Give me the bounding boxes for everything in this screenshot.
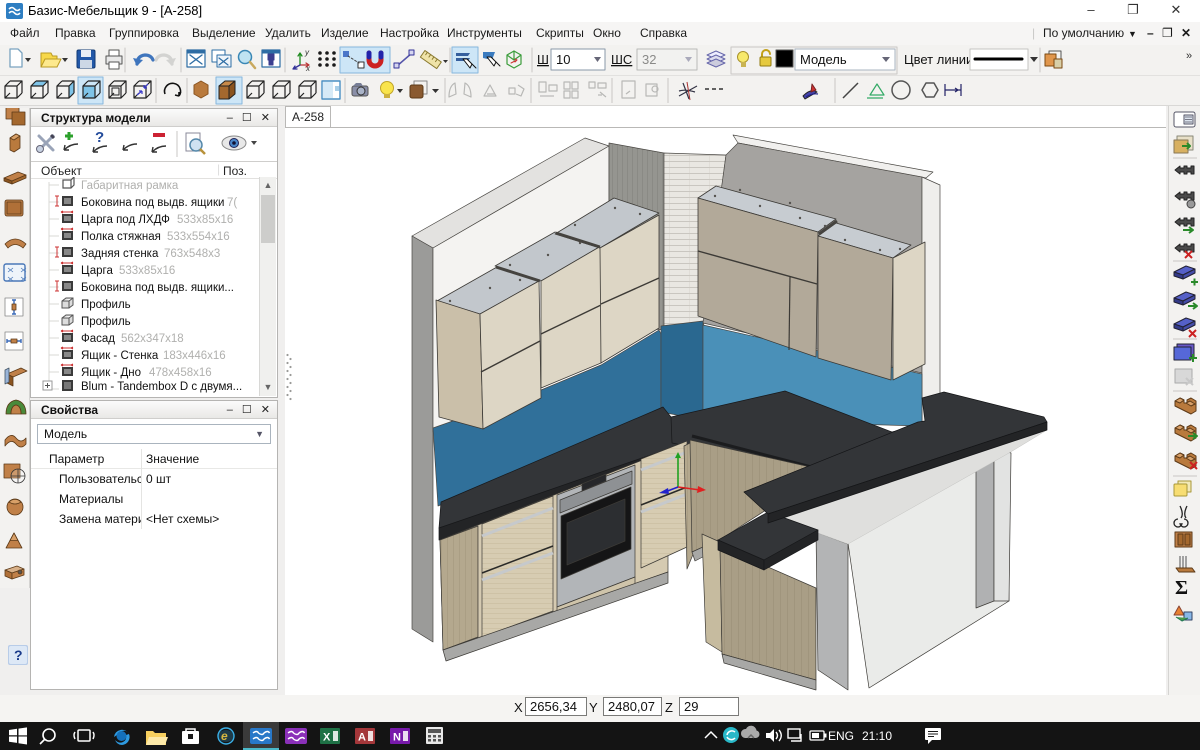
svg-text:Царга под ЛХДФ: Царга под ЛХДФ (81, 214, 170, 226)
svg-text:Фасад: Фасад (81, 333, 115, 345)
svg-text:533х85х16: 533х85х16 (177, 214, 233, 226)
svg-text:533х85х16: 533х85х16 (119, 265, 175, 277)
svg-text:e: e (221, 729, 228, 743)
svg-text:533х554х16: 533х554х16 (167, 231, 230, 243)
svg-text:Blum - Tandembox D с двумя...: Blum - Tandembox D с двумя... (81, 381, 242, 393)
svg-text:N: N (393, 732, 401, 744)
svg-text:Боковина под выдв. ящики...: Боковина под выдв. ящики... (81, 282, 234, 294)
svg-text:Σ: Σ (1175, 577, 1188, 599)
svg-text:21:10: 21:10 (862, 729, 892, 743)
svg-text:Цвет линии: Цвет линии (904, 52, 973, 67)
svg-text:Боковина под выдв. ящики: Боковина под выдв. ящики (81, 197, 224, 209)
svg-text:ENG: ENG (828, 729, 854, 743)
svg-text:x: x (305, 64, 311, 73)
svg-text:562х347х18: 562х347х18 (121, 333, 184, 345)
svg-text:Ящик - Дно: Ящик - Дно (81, 367, 141, 379)
svg-text:763х548х3: 763х548х3 (164, 248, 220, 260)
svg-text:Задняя стенка: Задняя стенка (81, 248, 159, 260)
svg-text:Ш: Ш (537, 52, 549, 67)
svg-text:Ящик - Стенка: Ящик - Стенка (81, 350, 159, 362)
svg-text:?: ? (95, 129, 104, 146)
svg-text:32: 32 (642, 52, 656, 67)
svg-text:X: X (323, 732, 331, 744)
svg-text:183х446х16: 183х446х16 (163, 350, 226, 362)
svg-text:478х458х16: 478х458х16 (149, 367, 212, 379)
svg-text:Полка стяжная: Полка стяжная (81, 231, 161, 243)
svg-text:7(: 7( (227, 197, 237, 209)
svg-text:Модель: Модель (800, 52, 847, 67)
svg-text:»: » (1186, 50, 1192, 62)
svg-text:Профиль: Профиль (81, 316, 131, 328)
svg-text:10: 10 (556, 52, 570, 67)
svg-text:Царга: Царга (81, 265, 113, 277)
svg-text:A: A (358, 732, 366, 744)
svg-text:?: ? (14, 647, 23, 663)
svg-text:ШС: ШС (611, 52, 632, 67)
svg-text:y: y (304, 48, 310, 57)
svg-text:Профиль: Профиль (81, 299, 131, 311)
svg-text:Габаритная рамка: Габаритная рамка (81, 180, 179, 192)
